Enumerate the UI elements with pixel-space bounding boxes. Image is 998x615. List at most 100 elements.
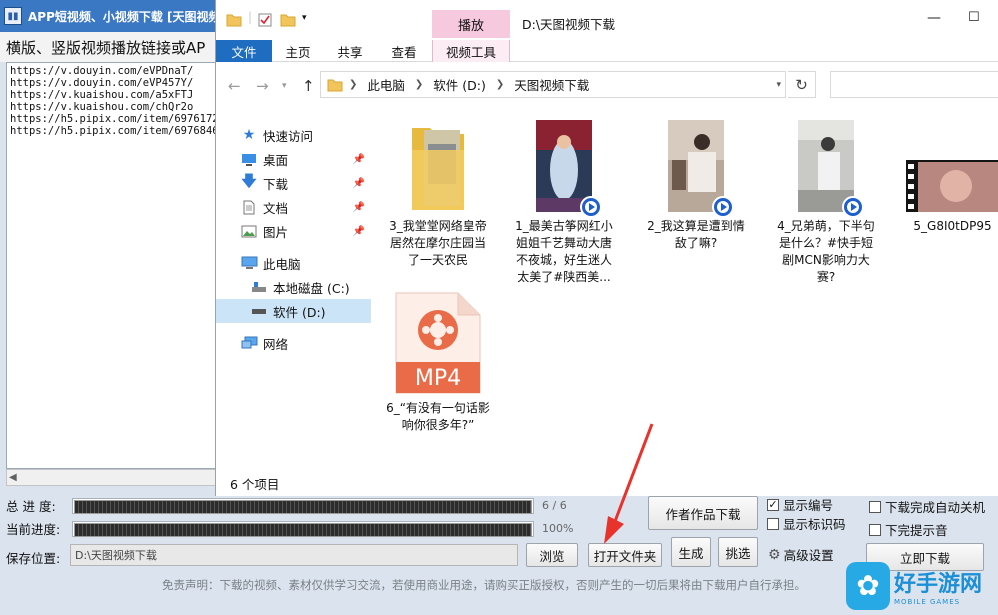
file-item[interactable]: MP4 6_“有没有一句话影响你很多年?” [386,292,490,434]
folder-thumbnail-icon [410,120,466,212]
up-arrow-icon[interactable]: ↑ [302,77,315,95]
link-line: https://v.kuaishou.com/chQr2o [10,101,194,113]
video-thumbnail-icon [668,120,734,218]
breadcrumb-drive-d[interactable]: 软件 (D:) [433,75,486,94]
link-line: https://v.douyin.com/eVP457Y/ [10,77,194,89]
pin-icon[interactable]: 📌 [353,226,365,237]
file-name: 1_最美古筝网红小姐姐千艺舞动大唐不夜城，好生迷人太美了#陕西美... [515,219,613,284]
maximize-icon[interactable]: ☐ [968,10,980,25]
current-progress-value: 100% [542,522,574,535]
tab-share[interactable]: 共享 [330,40,370,62]
nav-label: 文档 [263,200,289,216]
nav-pictures[interactable]: 图片 📌 [216,219,371,243]
file-name: 6_“有没有一句话影响你很多年?” [386,401,490,432]
breadcrumb-this-pc[interactable]: 此电脑 [367,75,405,94]
auto-shutdown-label: 下载完成自动关机 [885,500,986,515]
red-arrow-annotation-icon [604,423,654,544]
refresh-icon[interactable]: ↻ [788,71,816,98]
gear-icon: ⚙ [768,546,781,563]
drive-icon [250,281,268,293]
nav-desktop[interactable]: 桌面 📌 [216,147,371,171]
advanced-settings-label: 高级设置 [783,548,834,563]
pick-button[interactable]: 挑选 [718,537,758,567]
desktop-icon [240,153,258,166]
browse-button[interactable]: 浏览 [526,543,578,567]
checkbox-icon [869,523,881,536]
checkbox-checked-icon: ✓ [767,498,779,511]
file-item[interactable]: 5_G8I0tDP95 [906,120,998,235]
drive-icon [250,307,268,315]
current-progress-fill [74,522,532,537]
back-arrow-icon[interactable]: ← [228,77,241,95]
show-id-checkbox[interactable]: 显示标识码 [767,514,846,533]
properties-checkmark-icon[interactable] [258,13,272,27]
total-progress-fill [74,499,532,514]
nav-drive-c[interactable]: 本地磁盘 (C:) [216,275,371,299]
video-player-badge-icon [580,196,602,218]
checkbox-icon [767,517,779,530]
breadcrumb-folder[interactable]: 天图视频下载 [514,75,589,94]
show-id-label: 显示标识码 [783,517,846,532]
file-item[interactable]: 2_我这算是遭到情敌了嘛? [644,120,748,252]
current-progress-bar [72,520,534,537]
author-works-download-button[interactable]: 作者作品下载 [648,496,758,530]
nav-quick-access[interactable]: ★ 快速访问 [216,123,371,147]
video-thumbnail-icon [536,120,602,218]
total-progress-bar [72,497,534,514]
video-player-badge-icon [712,196,734,218]
nav-downloads[interactable]: 🡇 下载 📌 [216,171,371,195]
current-progress-label: 当前进度: [6,522,61,537]
file-name: 5_G8I0tDP95 [913,219,992,233]
file-item[interactable]: 4_兄弟萌，下半句是什么？#快手短剧MCN影响力大赛? [774,120,878,286]
explorer-titlebar: | ▾ 播放 D:\天图视频下载 — ☐ [216,0,998,40]
minimize-icon[interactable]: — [927,10,941,26]
pictures-icon [240,225,258,238]
tab-video-tools[interactable]: 视频工具 [432,40,510,62]
tab-file[interactable]: 文件 [216,40,272,62]
app-logo-icon: ▮▮ [4,7,22,25]
customize-toolbar-icon[interactable]: ▾ [302,13,307,23]
context-tab-play[interactable]: 播放 [432,10,510,38]
recent-chevron-icon[interactable]: ▾ [282,81,287,91]
nav-network[interactable]: 网络 [216,331,371,355]
download-icon: 🡇 [241,171,257,190]
pin-icon[interactable]: 📌 [353,154,365,165]
breadcrumb-separator-icon: ❯ [349,79,358,90]
pin-icon[interactable]: 📌 [353,202,365,213]
links-header: 横版、竖版视频播放链接或AP [0,32,230,62]
tab-view[interactable]: 查看 [384,40,424,62]
generate-button[interactable]: 生成 [671,537,711,567]
done-sound-label: 下完提示音 [885,523,948,538]
app-title: APP短视频、小视频下载 [天图视频 [28,9,221,24]
file-name: 4_兄弟萌，下半句是什么？#快手短剧MCN影响力大赛? [777,219,875,284]
new-folder-icon[interactable] [280,13,296,27]
advanced-settings-button[interactable]: ⚙ 高级设置 [768,545,834,564]
nav-drive-d[interactable]: 软件 (D:) [216,299,371,323]
tab-home[interactable]: 主页 [278,40,318,62]
pin-icon[interactable]: 📌 [353,178,365,189]
auto-shutdown-checkbox[interactable]: 下载完成自动关机 [869,497,985,516]
address-input[interactable]: ❯ 此电脑 ❯ 软件 (D:) ❯ 天图视频下载 ▾ [320,71,786,98]
done-sound-checkbox[interactable]: 下完提示音 [869,520,948,539]
horizontal-scrollbar[interactable]: ◀ ▶ [6,469,230,486]
show-number-label: 显示编号 [783,498,834,513]
nav-this-pc[interactable]: 此电脑 [216,251,371,275]
nav-label: 本地磁盘 (C:) [273,280,350,296]
video-thumbnail-icon [798,120,864,218]
network-icon [240,336,258,350]
file-item[interactable]: 1_最美古筝网红小姐姐千艺舞动大唐不夜城，好生迷人太美了#陕西美... [512,120,616,286]
links-textarea[interactable]: https://v.douyin.com/eVPDnaT/ https://v.… [6,62,230,469]
save-path-input[interactable]: D:\天图视频下载 [70,544,518,566]
folder-icon [226,14,242,27]
mp4-label: MP4 [414,366,462,391]
file-item[interactable]: 3_我堂堂网络皇帝居然在摩尔庄园当了一天农民 [386,120,490,269]
breadcrumb-separator-icon: ❯ [414,79,424,90]
checkbox-icon [869,500,881,513]
nav-documents[interactable]: 文档 📌 [216,195,371,219]
link-line: https://h5.pipix.com/item/69768469 [10,125,225,137]
scroll-left-icon[interactable]: ◀ [9,472,17,483]
address-dropdown-icon[interactable]: ▾ [776,80,781,90]
forward-arrow-icon[interactable]: → [256,77,269,95]
search-input[interactable] [830,71,998,98]
show-number-checkbox[interactable]: ✓ 显示编号 [767,495,833,514]
